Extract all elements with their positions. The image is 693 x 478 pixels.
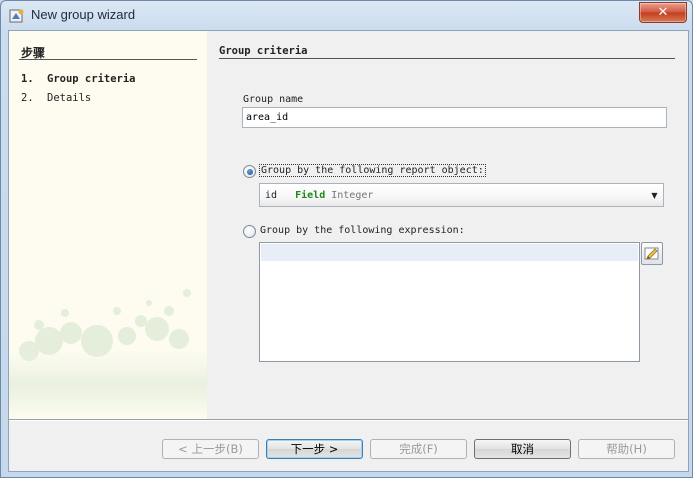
step-label: Details [47, 92, 92, 104]
expression-radio-label[interactable]: Group by the following expression: [260, 225, 465, 236]
step-item-details: 2. Details [21, 92, 91, 104]
window-title: New group wizard [31, 7, 136, 22]
report-object-kind: Field [295, 190, 326, 201]
back-button[interactable]: < 上一步(B) [162, 439, 259, 459]
dialog-client-area: 步骤 1. Group criteria 2. Details Group cr… [8, 30, 689, 472]
expression-builder-icon [644, 247, 659, 260]
section-divider [219, 58, 675, 59]
help-button[interactable]: 帮助(H) [578, 439, 675, 459]
next-button[interactable]: 下一步 > [266, 439, 363, 459]
group-name-label: Group name [243, 94, 304, 105]
step-label: Group criteria [47, 73, 136, 85]
report-object-radio-label[interactable]: Group by the following report object: [259, 164, 486, 177]
dialog-window: New group wizard ✕ 步骤 1. Group criteria 2… [0, 0, 693, 478]
cancel-button[interactable]: 取消 [474, 439, 571, 459]
close-button[interactable]: ✕ [639, 2, 687, 23]
group-name-input[interactable]: area_id [242, 107, 667, 128]
footer-divider-highlight [9, 420, 688, 421]
report-object-value: id Field Integer [265, 190, 373, 201]
step-number: 2. [21, 92, 34, 104]
steps-divider [19, 59, 197, 60]
step-item-group-criteria: 1. Group criteria [21, 73, 136, 85]
chevron-down-icon[interactable]: ▼ [646, 184, 663, 206]
finish-button[interactable]: 完成(F) [370, 439, 467, 459]
expression-radio[interactable] [243, 225, 256, 238]
steps-panel: 步骤 1. Group criteria 2. Details [9, 31, 207, 419]
criteria-panel: Group criteria Group name area_id Group … [207, 31, 688, 419]
report-object-type: Integer [331, 190, 374, 201]
title-bar: New group wizard ✕ [1, 1, 692, 30]
report-object-name: id [265, 190, 278, 201]
expression-textarea[interactable] [259, 242, 640, 362]
expression-builder-button[interactable] [641, 242, 663, 265]
report-object-radio[interactable] [243, 165, 256, 178]
close-icon: ✕ [657, 5, 669, 20]
decorative-bubbles [9, 289, 207, 419]
section-title: Group criteria [219, 45, 308, 57]
expression-current-line [261, 244, 638, 261]
step-number: 1. [21, 73, 34, 85]
wizard-icon [9, 9, 24, 23]
report-object-select[interactable]: id Field Integer ▼ [259, 183, 664, 207]
